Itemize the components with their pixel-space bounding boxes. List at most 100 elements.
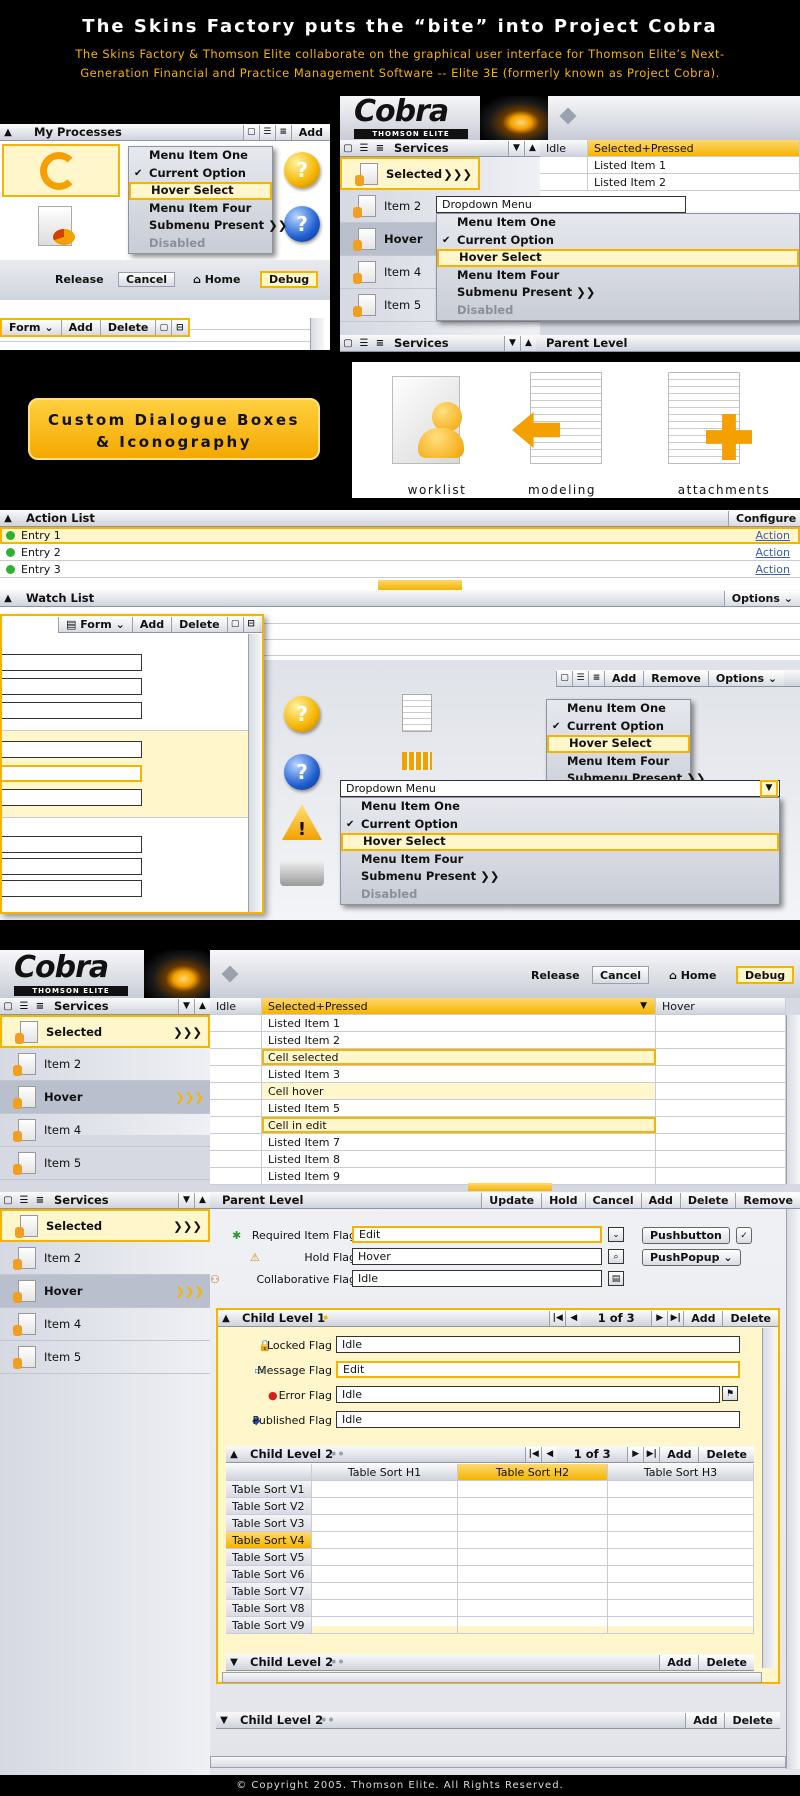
action-link[interactable]: Action — [756, 529, 790, 542]
grid-cell[interactable]: Listed Item 9 — [262, 1168, 656, 1184]
grid-cell[interactable]: Listed Item 2 — [262, 1032, 656, 1048]
table-header-h3[interactable]: Table Sort H3 — [608, 1464, 754, 1480]
sidebar-item-hover[interactable]: Hover ❯❯❯ — [0, 1081, 210, 1114]
menu-item-one[interactable]: Menu Item One — [341, 798, 779, 816]
report-chart-icon[interactable] — [38, 206, 75, 246]
menu-submenu-present[interactable]: Submenu Present ❯❯ — [437, 284, 799, 302]
table-row[interactable]: Table Sort V3 — [226, 1515, 754, 1532]
warning-icon[interactable]: ! — [282, 804, 322, 840]
dropdown-menu-field[interactable]: Dropdown Menu — [340, 780, 780, 797]
menu-hover-select[interactable]: Hover Select — [437, 249, 799, 267]
table-row-header[interactable]: Table Sort V1 — [226, 1481, 312, 1497]
parent-hscrollbar[interactable] — [210, 1756, 786, 1768]
required-item-flag-field[interactable]: Edit — [352, 1226, 602, 1243]
first-page-icon[interactable]: |◀ — [525, 1446, 542, 1462]
form-add-button[interactable]: Add — [60, 320, 100, 335]
error-flag-field[interactable]: Idle — [336, 1386, 720, 1403]
table-cell[interactable] — [608, 1481, 754, 1497]
menu-item-four[interactable]: Menu Item Four — [437, 267, 799, 285]
table-row-header[interactable]: Table Sort V8 — [226, 1600, 312, 1616]
debug-button[interactable]: Debug — [260, 271, 319, 288]
table-header-h1[interactable]: Table Sort H1 — [312, 1464, 458, 1480]
add-button[interactable]: Add — [640, 1192, 680, 1208]
expand-icon[interactable]: ▼ — [226, 1654, 242, 1670]
table-row[interactable]: Cell hover — [210, 1083, 786, 1100]
action-link[interactable]: Action — [756, 563, 790, 576]
grid-header-idle[interactable]: Idle — [210, 998, 262, 1014]
info-question-icon[interactable]: ? — [284, 754, 320, 790]
grid-header-idle[interactable]: Idle — [540, 140, 588, 156]
sidebar-item-5[interactable]: Item 5 — [0, 1341, 210, 1374]
form-scrollbar[interactable] — [310, 318, 324, 350]
prev-page-icon[interactable]: ◀ — [565, 1310, 582, 1326]
collapse-icon[interactable]: ▲ — [218, 1310, 234, 1326]
table-cell[interactable] — [608, 1583, 754, 1599]
child2c-delete-button[interactable]: Delete — [724, 1712, 780, 1728]
window-icon[interactable]: ▢ — [155, 320, 172, 335]
help-icon[interactable]: ? — [284, 696, 320, 732]
table-row[interactable]: Cell selected — [210, 1049, 786, 1066]
table-cell[interactable] — [608, 1515, 754, 1531]
child2c-add-button[interactable]: Add — [685, 1712, 725, 1728]
next-page-icon[interactable]: ▶ — [627, 1446, 644, 1462]
cancel-button[interactable]: Cancel — [118, 272, 176, 287]
grid-scrollbar[interactable] — [786, 1015, 800, 1184]
table-cell[interactable] — [312, 1515, 458, 1531]
menu-icon[interactable]: ≡ — [274, 124, 291, 140]
release-button[interactable]: Release — [48, 272, 111, 287]
list-icon[interactable]: ☰ — [16, 1192, 32, 1208]
table-row-header[interactable]: Table Sort V5 — [226, 1549, 312, 1565]
grid-cell[interactable]: Listed Item 3 — [262, 1066, 656, 1082]
child1-add-button[interactable]: Add — [683, 1310, 723, 1326]
table-icon[interactable]: ▤ — [608, 1271, 624, 1286]
resize-handle[interactable] — [378, 580, 462, 590]
table-cell[interactable] — [608, 1549, 754, 1565]
list-icon[interactable]: ☰ — [16, 998, 32, 1014]
prev-page-icon[interactable]: ◀ — [541, 1446, 558, 1462]
delete-button[interactable]: Delete — [679, 1192, 736, 1208]
table-row-header[interactable]: Table Sort V2 — [226, 1498, 312, 1514]
collapse-icon[interactable]: ▲ — [0, 124, 16, 140]
menu-item-four[interactable]: Menu Item Four — [341, 851, 779, 869]
options-button[interactable]: Options ⌄ — [707, 670, 785, 686]
table-row[interactable]: Table Sort V7 — [226, 1583, 754, 1600]
table-cell[interactable] — [458, 1549, 608, 1565]
window-icon[interactable]: ▢ — [340, 140, 356, 156]
sidebar-item-2[interactable]: Item 2 — [0, 1048, 210, 1081]
form-delete-button[interactable]: Delete — [99, 320, 156, 335]
sidebar-item-selected[interactable]: Selected ❯❯❯ — [340, 157, 480, 190]
table-row-header[interactable]: Table Sort V9 — [226, 1617, 312, 1633]
table-cell[interactable] — [312, 1617, 458, 1633]
list-item[interactable]: Entry 1 Action — [0, 527, 800, 544]
text-field-focused[interactable] — [2, 765, 142, 782]
child2b-delete-button[interactable]: Delete — [698, 1654, 754, 1670]
remove-button[interactable]: Remove — [735, 1192, 800, 1208]
dropdown-icon[interactable]: ▼ — [508, 140, 524, 156]
calendar-icon[interactable] — [402, 752, 432, 770]
menu-item-one[interactable]: Menu Item One — [437, 214, 799, 232]
table-cell[interactable] — [312, 1600, 458, 1616]
table-cell[interactable] — [312, 1481, 458, 1497]
grid-cell[interactable]: Listed Item 1 — [588, 157, 800, 173]
modeling-document-icon[interactable] — [530, 372, 602, 464]
menu-current-option[interactable]: Current Option — [129, 165, 272, 183]
table-cell[interactable] — [608, 1566, 754, 1582]
grid-header-selected[interactable]: Selected+Pressed ▼ — [262, 998, 656, 1014]
child2b-add-button[interactable]: Add — [659, 1654, 699, 1670]
text-field[interactable] — [2, 836, 142, 853]
sidebar-item-4[interactable]: Item 4 — [0, 1308, 210, 1341]
table-row[interactable]: Listed Item 1 — [210, 1015, 786, 1032]
table-row[interactable]: Table Sort V9 — [226, 1617, 754, 1634]
window-icon[interactable]: ▢ — [226, 616, 243, 632]
table-cell[interactable] — [608, 1498, 754, 1514]
menu-icon[interactable]: ≡ — [372, 335, 388, 351]
text-field[interactable] — [2, 789, 142, 806]
table-cell[interactable] — [458, 1481, 608, 1497]
dropdown-icon[interactable]: ▼ — [178, 998, 194, 1014]
dropdown-menu-field[interactable]: Dropdown Menu — [436, 196, 686, 213]
menu-item-one[interactable]: Menu Item One — [129, 147, 272, 165]
update-button[interactable]: Update — [481, 1192, 542, 1208]
menu-current-option[interactable]: Current Option — [437, 232, 799, 250]
table-cell[interactable] — [458, 1583, 608, 1599]
context-menu[interactable]: Menu Item One Current Option Hover Selec… — [128, 146, 287, 254]
